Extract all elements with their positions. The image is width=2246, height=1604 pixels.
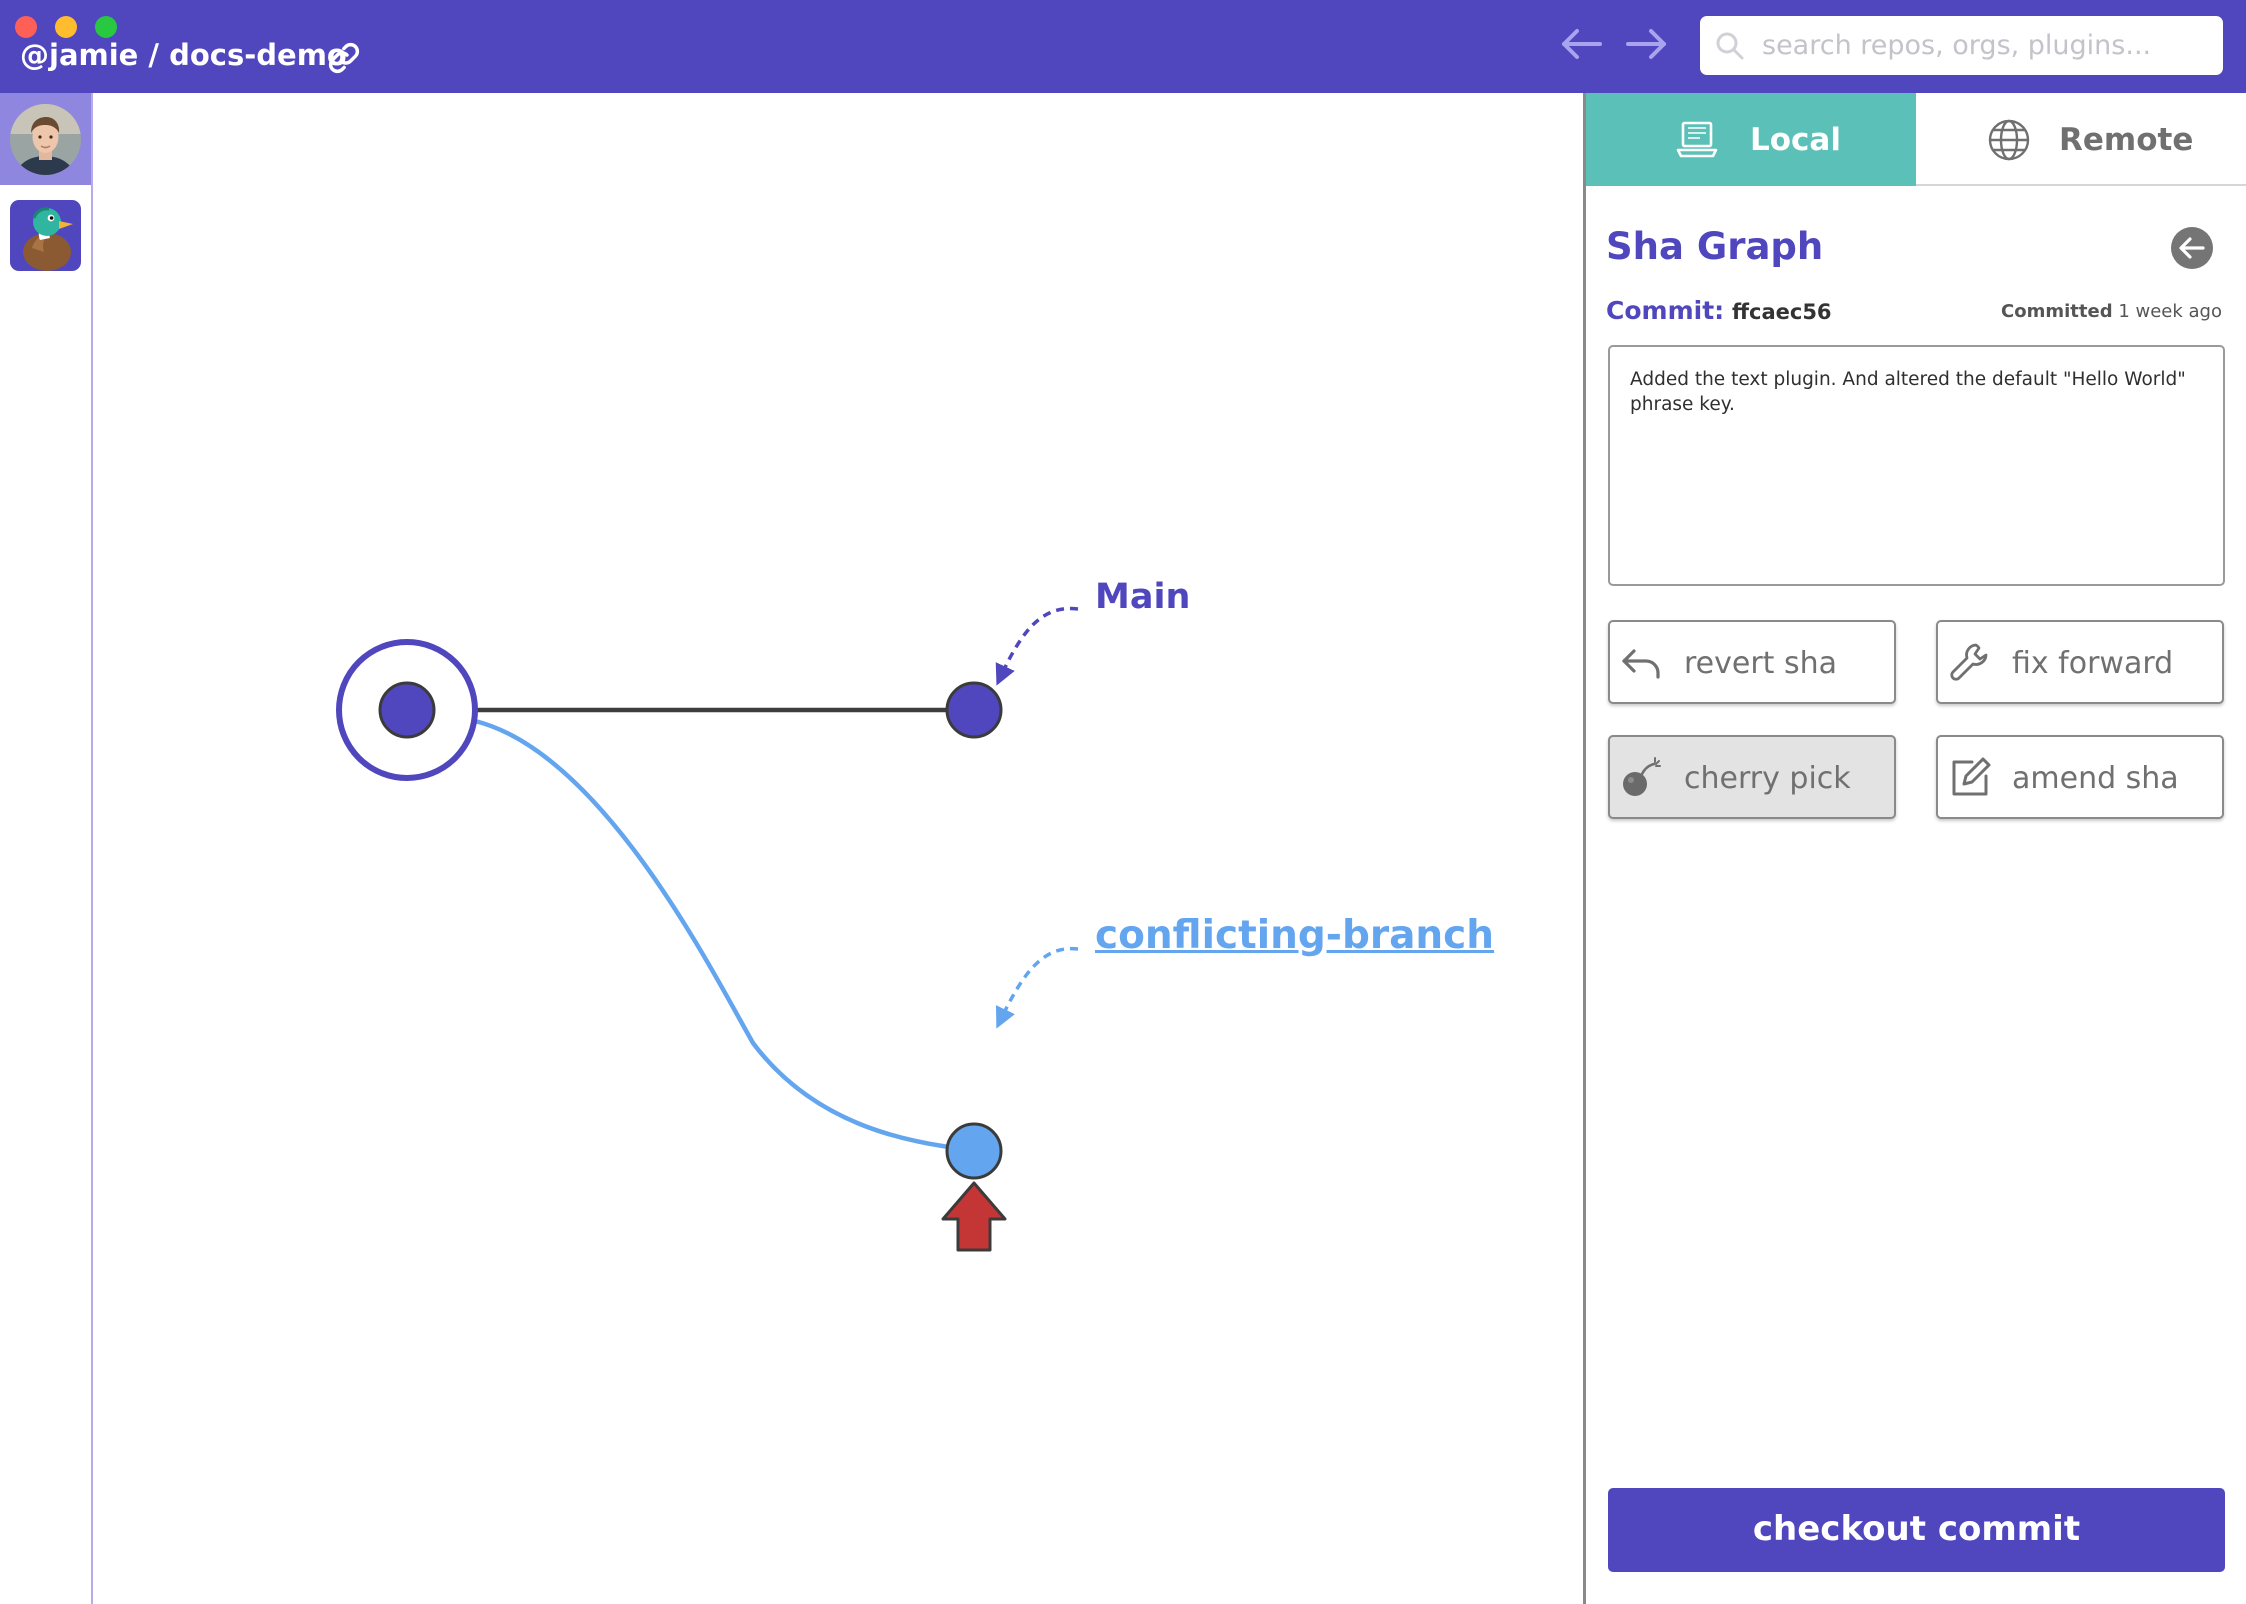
cherry-bomb-icon (1623, 757, 1661, 796)
tab-remote-label: Remote (2059, 122, 2194, 158)
revert-sha-button[interactable]: revert sha (1608, 620, 1896, 704)
commit-message-box[interactable]: Added the text plugin. And altered the d… (1608, 345, 2225, 586)
checkout-commit-button[interactable]: checkout commit (1608, 1488, 2225, 1572)
committed-time: Committed 1 week ago (2001, 301, 2222, 322)
amend-sha-button[interactable]: amend sha (1936, 735, 2224, 819)
graph-svg (336, 606, 1079, 1252)
window-minimize-button[interactable] (55, 16, 77, 38)
forward-arrow-icon[interactable] (1624, 24, 1670, 64)
edit-icon (1952, 757, 1991, 796)
branch-label-conflicting-branch[interactable]: conflicting-branch (1095, 913, 1494, 958)
commit-panel: Local Remote Sha Graph Commit: ffcaec56 … (1583, 93, 2246, 1604)
undo-arrow-icon (1622, 649, 1660, 679)
checkout-commit-label: checkout commit (1752, 1509, 2081, 1549)
link-icon[interactable] (326, 40, 362, 76)
laptop-icon (1676, 121, 1718, 158)
search-input[interactable] (1762, 16, 2212, 75)
conflicting-branch-commit-node[interactable] (945, 1122, 1003, 1180)
globe-icon (1988, 119, 2030, 161)
rail-active-item[interactable] (0, 93, 91, 185)
fix-forward-button[interactable]: fix forward (1936, 620, 2224, 704)
back-arrow-icon[interactable] (1558, 24, 1604, 64)
tab-local-label: Local (1750, 122, 1841, 158)
main-label-pointer (995, 606, 1079, 686)
amend-sha-label: amend sha (2012, 761, 2179, 796)
left-rail (0, 93, 93, 1604)
head-marker-arrow-icon (941, 1181, 1007, 1252)
duck-app-icon[interactable] (10, 200, 81, 271)
tab-local[interactable]: Local (1586, 93, 1916, 186)
panel-title: Sha Graph (1606, 225, 1824, 268)
search-bar[interactable] (1700, 16, 2223, 75)
commit-sha: ffcaec56 (1732, 300, 1832, 324)
commit-label: Commit: (1606, 296, 1725, 325)
title-bar: @jamie / docs-demo (0, 0, 2246, 93)
wrench-icon (1950, 643, 1988, 681)
cherry-pick-button[interactable]: cherry pick (1608, 735, 1896, 819)
branch-label-main[interactable]: Main (1095, 577, 1190, 617)
conflicting-branch-edge (474, 718, 975, 1153)
window-close-button[interactable] (15, 16, 37, 38)
search-icon (1716, 32, 1744, 60)
back-circle-icon[interactable] (2170, 226, 2214, 270)
root-commit-node[interactable] (336, 639, 478, 781)
fix-forward-label: fix forward (2012, 646, 2174, 681)
avatar[interactable] (10, 104, 81, 175)
repo-title: @jamie / docs-demo (20, 38, 347, 72)
conflicting-label-pointer (995, 946, 1079, 1029)
sha-graph-canvas: Main conflicting-branch (93, 93, 1583, 1604)
revert-sha-label: revert sha (1684, 646, 1838, 681)
tab-remote[interactable]: Remote (1916, 93, 2246, 186)
cherry-pick-label: cherry pick (1684, 761, 1851, 796)
committed-time-value: 1 week ago (2118, 301, 2222, 322)
window-maximize-button[interactable] (95, 16, 117, 38)
committed-label: Committed (2001, 301, 2113, 322)
main-commit-node[interactable] (945, 681, 1003, 739)
